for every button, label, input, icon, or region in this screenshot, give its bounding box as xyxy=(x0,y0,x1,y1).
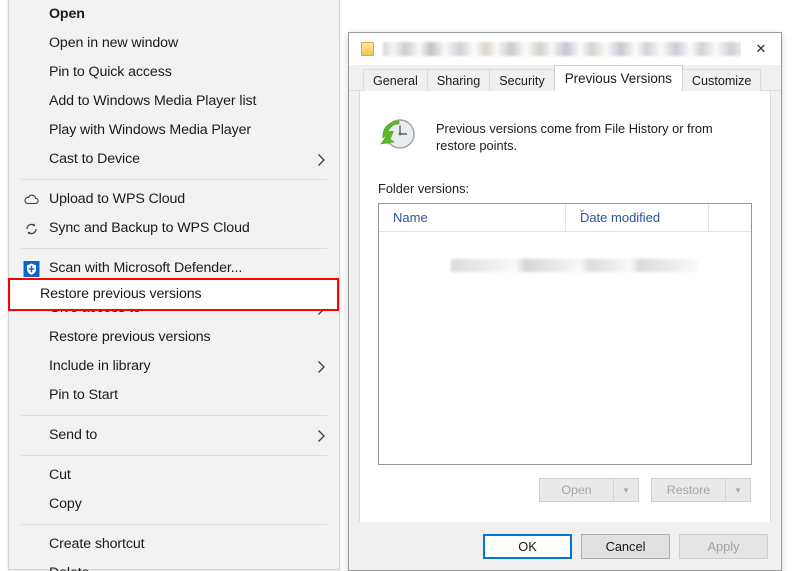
previous-versions-clock-icon xyxy=(378,113,420,155)
tab-label: Sharing xyxy=(436,73,481,88)
apply-button-label: Apply xyxy=(707,538,740,554)
tab-label: General xyxy=(373,73,418,88)
tab-general[interactable]: General xyxy=(363,69,428,91)
tab-customize[interactable]: Customize xyxy=(681,69,762,91)
column-header-name[interactable]: Name xyxy=(379,204,565,232)
menu-item-create-shortcut[interactable]: Create shortcut xyxy=(9,530,339,559)
open-button-label[interactable]: Open xyxy=(540,479,614,501)
cloud-icon xyxy=(23,191,40,208)
menu-item-label: Play with Windows Media Player xyxy=(49,122,252,139)
menu-item-label: Create shortcut xyxy=(49,536,145,553)
menu-item-upload-to-wps-cloud[interactable]: Upload to WPS Cloud xyxy=(9,185,339,214)
menu-separator xyxy=(21,415,327,416)
dialog-titlebar: ✕ xyxy=(349,33,781,65)
tab-security[interactable]: Security xyxy=(489,69,555,91)
tab-sharing[interactable]: Sharing xyxy=(426,69,491,91)
dialog-title-redacted xyxy=(383,42,749,56)
ok-button-label: OK xyxy=(518,538,537,554)
tab-previous-versions[interactable]: Previous Versions xyxy=(553,65,683,91)
listbox-header: Name Date modified ⌄ xyxy=(379,204,751,232)
menu-item-label: Scan with Microsoft Defender... xyxy=(49,260,243,277)
restore-split-button[interactable]: Restore ▼ xyxy=(651,478,751,502)
menu-item-label: Send to xyxy=(49,427,98,444)
menu-item-open-in-new-window[interactable]: Open in new window xyxy=(9,29,339,58)
screenshot-root: Open Open in new window Pin to Quick acces… xyxy=(0,0,800,571)
menu-item-delete[interactable]: Delete xyxy=(9,559,339,571)
sync-icon xyxy=(23,220,40,237)
menu-item-label: Include in library xyxy=(49,358,151,375)
menu-item-label: Cast to Device xyxy=(49,151,140,168)
menu-item-pin-to-quick-access[interactable]: Pin to Quick access xyxy=(9,58,339,87)
folder-properties-dialog: ✕ General Sharing Security Previous Version… xyxy=(348,32,782,571)
menu-separator xyxy=(21,248,327,249)
folder-versions-listbox[interactable]: Name Date modified ⌄ xyxy=(378,203,752,465)
menu-item-label: Upload to WPS Cloud xyxy=(49,191,186,208)
info-banner: Previous versions come from File History… xyxy=(360,91,770,155)
column-header-spacer xyxy=(707,204,751,232)
apply-button: Apply xyxy=(679,533,768,559)
menu-item-label: Open in new window xyxy=(49,35,179,52)
menu-item-sync-and-backup-to-wps-cloud[interactable]: Sync and Backup to WPS Cloud xyxy=(9,214,339,243)
menu-item-label: Sync and Backup to WPS Cloud xyxy=(49,220,250,237)
menu-item-label: Copy xyxy=(49,496,82,513)
chevron-down-icon[interactable]: ▼ xyxy=(726,479,750,501)
menu-item-label: Pin to Start xyxy=(49,387,118,404)
menu-separator xyxy=(21,179,327,180)
previous-versions-panel: Previous versions come from File History… xyxy=(359,91,771,535)
menu-item-cast-to-device[interactable]: Cast to Device xyxy=(9,145,339,174)
menu-item-label: Open xyxy=(49,6,85,23)
ok-button[interactable]: OK xyxy=(483,533,572,559)
menu-item-copy[interactable]: Copy xyxy=(9,490,339,519)
menu-separator xyxy=(21,455,327,456)
menu-item-include-in-library[interactable]: Include in library xyxy=(9,352,339,381)
menu-item-play-with-windows-media-player[interactable]: Play with Windows Media Player xyxy=(9,116,339,145)
menu-item-pin-to-start[interactable]: Pin to Start xyxy=(9,381,339,410)
chevron-down-icon[interactable]: ▼ xyxy=(614,479,638,501)
dialog-footer: OK Cancel Apply xyxy=(349,522,781,570)
menu-item-label: Cut xyxy=(49,467,71,484)
chevron-right-icon xyxy=(316,429,327,442)
tab-label: Previous Versions xyxy=(564,71,672,86)
cancel-button-label: Cancel xyxy=(605,538,646,554)
close-icon[interactable]: ✕ xyxy=(741,33,781,64)
tab-label: Security xyxy=(499,73,545,88)
tab-label: Customize xyxy=(691,73,752,88)
menu-item-send-to[interactable]: Send to xyxy=(9,421,339,450)
menu-separator xyxy=(21,524,327,525)
list-item[interactable] xyxy=(451,259,699,272)
menu-item-open[interactable]: Open xyxy=(9,0,339,29)
open-split-button[interactable]: Open ▼ xyxy=(539,478,639,502)
menu-item-label: Delete xyxy=(49,566,90,571)
chevron-right-icon xyxy=(316,153,327,166)
shield-icon xyxy=(23,260,40,277)
restore-previous-versions-highlight-label[interactable]: Restore previous versions xyxy=(40,286,202,302)
menu-item-label: Restore previous versions xyxy=(49,329,211,346)
sort-indicator-icon: ⌄ xyxy=(578,204,587,215)
menu-item-restore-previous-versions[interactable]: Restore previous versions xyxy=(9,323,339,352)
menu-item-label: Pin to Quick access xyxy=(49,64,172,81)
list-action-buttons: Open ▼ Restore ▼ xyxy=(360,465,770,502)
cancel-button[interactable]: Cancel xyxy=(581,533,670,559)
dialog-tabstrip: General Sharing Security Previous Versions C… xyxy=(349,65,781,91)
menu-item-add-to-windows-media-player-list[interactable]: Add to Windows Media Player list xyxy=(9,87,339,116)
menu-item-label: Add to Windows Media Player list xyxy=(49,93,257,110)
info-text: Previous versions come from File History… xyxy=(436,121,713,154)
chevron-right-icon xyxy=(316,360,327,373)
folder-versions-label: Folder versions: xyxy=(378,181,470,196)
menu-item-cut[interactable]: Cut xyxy=(9,461,339,490)
folder-icon xyxy=(360,41,375,57)
restore-button-label[interactable]: Restore xyxy=(652,479,726,501)
